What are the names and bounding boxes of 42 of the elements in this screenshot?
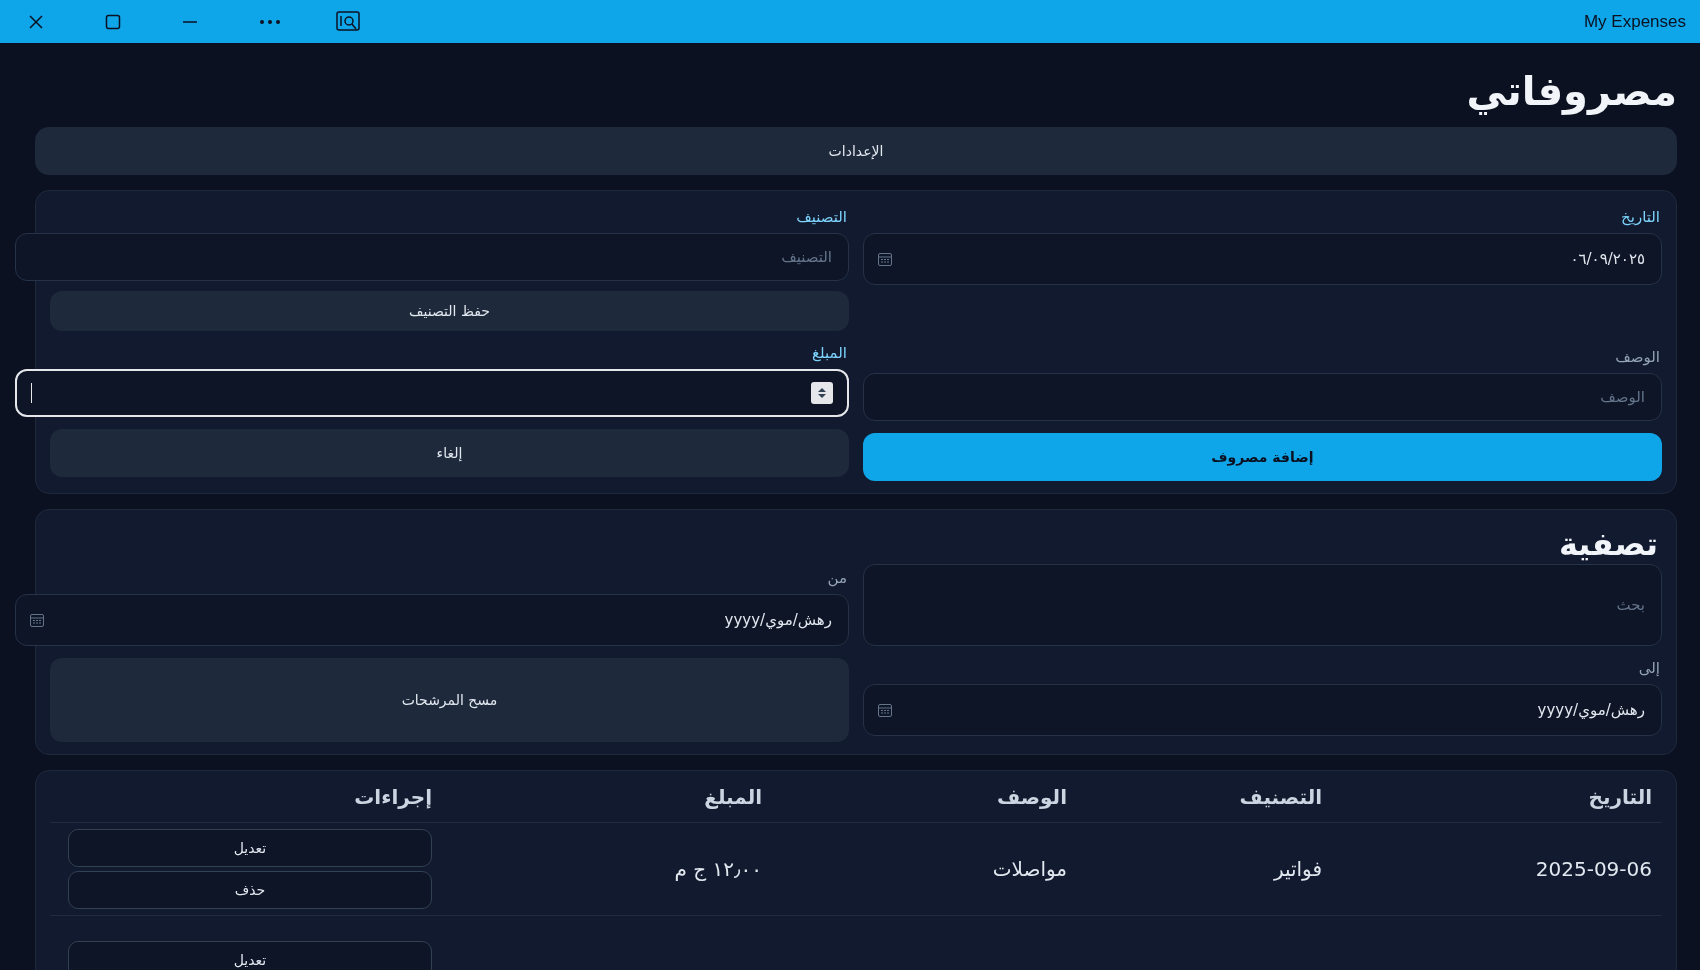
description-field[interactable]: الوصف	[863, 373, 1662, 421]
text-cursor	[31, 383, 32, 403]
cancel-button[interactable]: إلغاء	[50, 429, 849, 477]
table-cell: مواصلات	[992, 857, 1067, 881]
stepper-icon[interactable]	[811, 382, 833, 404]
calendar-icon[interactable]	[29, 612, 45, 628]
column-header: التاريخ	[1587, 784, 1652, 809]
field-label: التصنيف	[796, 207, 847, 227]
close-icon[interactable]	[28, 13, 44, 30]
field-label: من	[827, 568, 847, 588]
column-header: الوصف	[995, 784, 1067, 809]
square-icon[interactable]	[105, 13, 121, 30]
section-title: تصفية	[1557, 524, 1658, 564]
calendar-icon[interactable]	[877, 702, 893, 718]
window-title: My Expenses	[1583, 11, 1686, 32]
edit-button[interactable]: تعديل	[68, 940, 432, 970]
settings-button[interactable]: الإعدادات	[35, 127, 1677, 175]
date-field[interactable]: yyyy/رهش/موي	[863, 684, 1662, 736]
field-label: التاريخ	[1621, 207, 1660, 227]
more-icon[interactable]	[259, 18, 281, 25]
table-cell: 2025-09-06	[1535, 857, 1652, 881]
date-field[interactable]: ٠٦/٠٩/٢٠٢٥	[863, 233, 1662, 285]
table-cell: فواتير	[1273, 857, 1322, 881]
clear-filters-button[interactable]: مسح المرشحات	[50, 658, 849, 742]
table-cell: ١٢٫٠٠ ج م	[674, 857, 762, 881]
preview-search-icon[interactable]	[336, 10, 360, 33]
app-title: مصروفاتي	[1465, 67, 1677, 117]
search-field[interactable]: بحث	[863, 564, 1662, 646]
field-label: المبلغ	[812, 343, 847, 363]
save-category-button[interactable]: حفظ التصنيف	[50, 291, 849, 331]
calendar-icon[interactable]	[877, 251, 893, 267]
edit-button[interactable]: تعديل	[68, 829, 432, 867]
field-label: الوصف	[1615, 347, 1660, 367]
delete-button[interactable]: حذف	[68, 871, 432, 909]
column-header: إجراءات	[353, 784, 432, 809]
column-header: المبلغ	[703, 784, 762, 809]
category-field[interactable]: التصنيف	[15, 233, 849, 281]
amount-field[interactable]	[15, 369, 849, 417]
add-expense-button[interactable]: إضافة مصروف	[863, 433, 1662, 481]
date-field[interactable]: yyyy/رهش/موي	[15, 594, 849, 646]
field-label: إلى	[1638, 658, 1660, 678]
column-header: التصنيف	[1238, 784, 1322, 809]
